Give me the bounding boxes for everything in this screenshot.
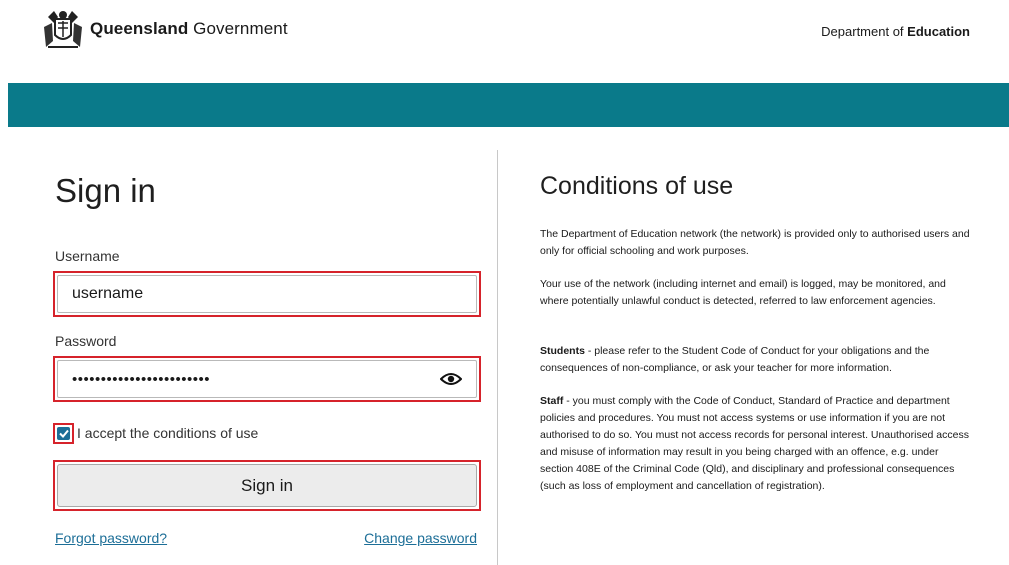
conditions-paragraph-students: Students - please refer to the Student C… <box>540 345 930 374</box>
signin-button[interactable]: Sign in <box>57 464 477 507</box>
signin-button-highlight: Sign in <box>53 460 481 511</box>
conditions-paragraph-1: The Department of Education network (the… <box>540 228 970 257</box>
eye-icon[interactable] <box>440 371 462 387</box>
accept-checkbox[interactable] <box>57 427 70 440</box>
brand-name: Queensland Government <box>90 19 288 38</box>
checkmark-icon <box>58 429 69 438</box>
panel-divider <box>497 150 498 565</box>
conditions-title: Conditions of use <box>540 172 734 200</box>
accept-label[interactable]: I accept the conditions of use <box>77 425 258 441</box>
coat-of-arms-icon <box>44 11 82 48</box>
password-field-highlight: •••••••••••••••••••••••• <box>53 356 481 402</box>
change-password-link[interactable]: Change password <box>364 530 477 546</box>
username-field-highlight: username <box>53 271 481 317</box>
signin-title: Sign in <box>55 172 156 209</box>
conditions-paragraph-staff: Staff - you must comply with the Code of… <box>540 395 969 492</box>
header-band <box>8 83 1009 127</box>
username-label: Username <box>55 248 120 264</box>
password-input[interactable]: •••••••••••••••••••••••• <box>57 360 477 398</box>
username-input[interactable]: username <box>57 275 477 313</box>
qld-government-logo[interactable]: Queensland Government <box>40 7 288 51</box>
username-value: username <box>72 285 144 302</box>
password-value: •••••••••••••••••••••••• <box>72 370 211 388</box>
conditions-paragraph-2: Your use of the network (including inter… <box>540 278 946 307</box>
department-name: Department of Education <box>821 24 970 39</box>
forgot-password-link[interactable]: Forgot password? <box>55 530 167 546</box>
password-label: Password <box>55 333 117 349</box>
accept-checkbox-highlight <box>53 423 74 444</box>
